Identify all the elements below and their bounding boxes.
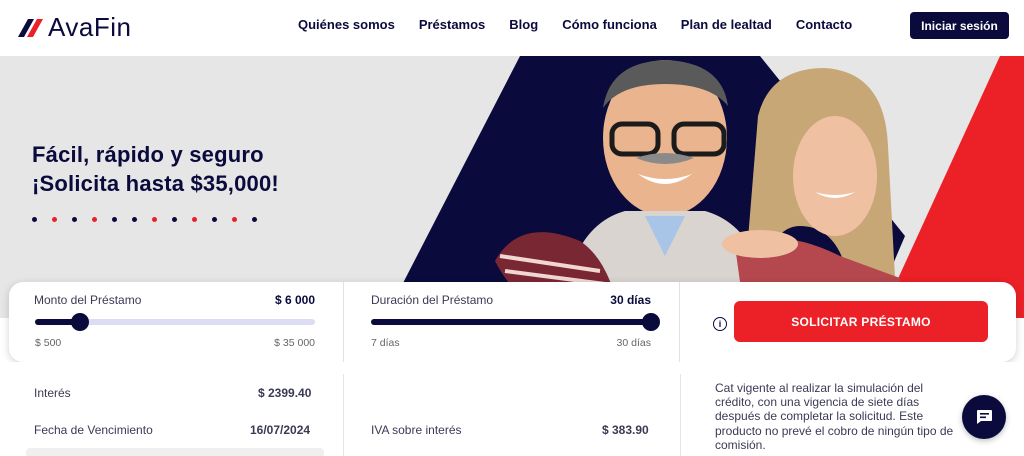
decorative-dot — [132, 217, 137, 222]
amount-slider-handle[interactable] — [71, 313, 89, 331]
due-date-label: Fecha de Vencimiento — [34, 423, 153, 437]
login-button[interactable]: Iniciar sesión — [910, 12, 1009, 39]
info-icon[interactable]: i — [713, 317, 727, 331]
iva-label: IVA sobre interés — [371, 423, 462, 437]
decorative-dot — [212, 217, 217, 222]
nav-link-contacto[interactable]: Contacto — [796, 17, 852, 32]
decorative-dot — [112, 217, 117, 222]
decorative-dot — [32, 217, 37, 222]
avafin-logo[interactable]: AvaFin — [18, 12, 131, 43]
details-divider — [680, 374, 681, 456]
duration-label: Duración del Préstamo — [371, 293, 494, 307]
duration-max-label: 30 días — [616, 337, 651, 349]
hero-title-line2: ¡Solicita hasta $35,000! — [32, 171, 279, 196]
duration-slider-fill — [371, 319, 651, 325]
decorative-dot — [52, 217, 57, 222]
decorative-dot — [72, 217, 77, 222]
decorative-dot — [192, 217, 197, 222]
loan-details: Interés $ 2399.40 Fecha de Vencimiento 1… — [0, 362, 1024, 456]
amount-max-label: $ 35 000 — [274, 337, 315, 349]
amount-label: Monto del Préstamo — [34, 293, 142, 307]
nav-link-prestamos[interactable]: Préstamos — [419, 17, 485, 32]
decorative-dot — [252, 217, 257, 222]
nav-link-quienes-somos[interactable]: Quiénes somos — [298, 17, 395, 32]
decorative-dot — [92, 217, 97, 222]
duration-slider-handle[interactable] — [642, 313, 660, 331]
nav-link-como-funciona[interactable]: Cómo funciona — [562, 17, 657, 32]
cat-disclaimer: Cat vigente al realizar la simulación de… — [715, 381, 954, 452]
hero-title-line1: Fácil, rápido y seguro — [32, 142, 264, 167]
details-divider — [343, 374, 344, 456]
decorative-dots — [32, 217, 257, 222]
due-date-value: 16/07/2024 — [250, 423, 311, 437]
apply-loan-button[interactable]: SOLICITAR PRÉSTAMO — [734, 301, 988, 342]
interest-label: Interés — [34, 386, 71, 400]
logo-mark-icon — [18, 18, 43, 37]
top-navigation: AvaFin Quiénes somos Préstamos Blog Cómo… — [0, 0, 1024, 56]
amount-min-label: $ 500 — [35, 337, 62, 349]
duration-value: 30 días — [610, 293, 651, 307]
decorative-dot — [172, 217, 177, 222]
amount-value: $ 6 000 — [274, 293, 315, 307]
duration-section: Duración del Préstamo 30 días 7 días 30 … — [343, 282, 679, 362]
nav-link-blog[interactable]: Blog — [509, 17, 538, 32]
chat-button[interactable] — [962, 395, 1006, 439]
duration-slider[interactable] — [371, 313, 660, 331]
hero-banner: Fácil, rápido y seguro ¡Solicita hasta $… — [0, 56, 1024, 318]
amount-slider[interactable] — [35, 313, 315, 331]
loan-calculator-card: Monto del Préstamo $ 6 000 $ 500 $ 35 00… — [9, 282, 1016, 362]
decorative-dot — [232, 217, 237, 222]
details-row-background — [26, 448, 324, 456]
duration-min-label: 7 días — [371, 337, 400, 349]
chat-icon — [977, 410, 992, 424]
nav-link-plan-de-lealtad[interactable]: Plan de lealtad — [681, 17, 772, 32]
nav-links: Quiénes somos Préstamos Blog Cómo funcio… — [298, 17, 876, 32]
hero-title: Fácil, rápido y seguro ¡Solicita hasta $… — [32, 140, 279, 198]
interest-value: $ 2399.40 — [258, 386, 312, 400]
amount-section: Monto del Préstamo $ 6 000 $ 500 $ 35 00… — [9, 282, 343, 362]
logo-text: AvaFin — [48, 12, 132, 42]
iva-value: $ 383.90 — [602, 423, 649, 437]
decorative-dot — [152, 217, 157, 222]
